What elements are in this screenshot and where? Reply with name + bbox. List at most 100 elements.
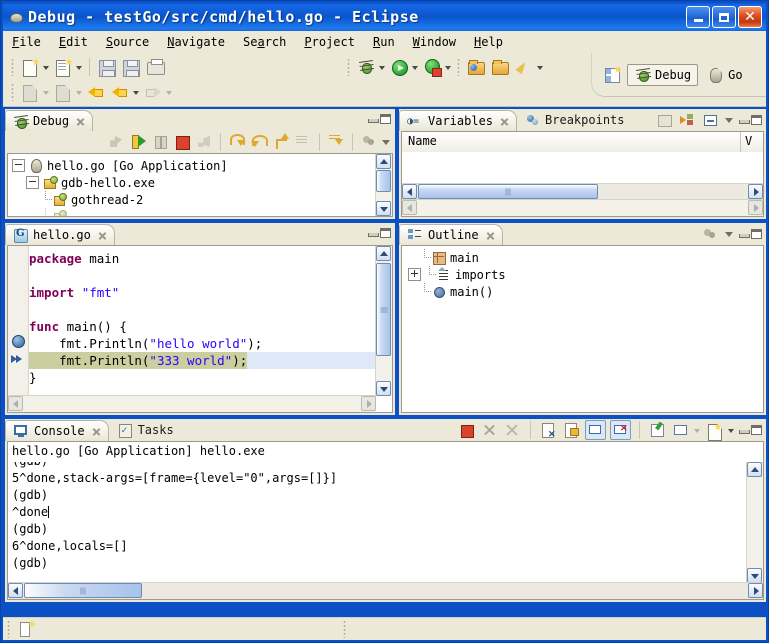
scroll-thumb[interactable] bbox=[376, 263, 391, 356]
menu-project[interactable]: Project bbox=[295, 33, 364, 51]
step-return-icon[interactable] bbox=[271, 131, 291, 153]
step-over-icon[interactable] bbox=[249, 131, 269, 153]
scroll-thumb[interactable] bbox=[24, 583, 142, 598]
variables-outer-hscrollbar[interactable] bbox=[402, 199, 763, 216]
scroll-left-button[interactable] bbox=[402, 184, 417, 199]
column-header-name[interactable]: Name bbox=[402, 132, 741, 152]
last-edit-icon[interactable] bbox=[52, 81, 74, 103]
clear-console-icon[interactable]: ✕ bbox=[539, 421, 558, 439]
show-console-on-output-icon[interactable] bbox=[585, 420, 606, 440]
maximize-icon[interactable] bbox=[380, 114, 391, 125]
console-output[interactable]: (gdb) 5^done,stack-args=[frame={level="0… bbox=[8, 462, 747, 583]
tab-tasks[interactable]: ✓ Tasks bbox=[109, 419, 182, 441]
tree-row[interactable]: hello.go [Go Application] bbox=[12, 157, 392, 174]
view-settings-icon[interactable] bbox=[701, 225, 720, 243]
step-into-icon[interactable] bbox=[227, 131, 247, 153]
reconnect-icon[interactable] bbox=[106, 131, 126, 153]
perspective-debug[interactable]: Debug bbox=[627, 64, 698, 86]
console-body[interactable]: hello.go [Go Application] hello.exe (gdb… bbox=[7, 441, 764, 600]
suspend-icon[interactable] bbox=[150, 131, 170, 153]
show-logical-structure-icon[interactable] bbox=[678, 111, 697, 129]
drop-to-frame-icon[interactable] bbox=[326, 131, 346, 153]
column-header-value[interactable]: V bbox=[741, 132, 763, 152]
tree-row[interactable]: gothread-2 bbox=[12, 191, 392, 208]
maximize-icon[interactable] bbox=[380, 228, 391, 239]
new-wizard-icon[interactable] bbox=[52, 56, 74, 78]
tree-row[interactable]: main bbox=[408, 249, 763, 266]
view-settings-icon[interactable] bbox=[359, 131, 379, 153]
remove-launch-icon[interactable] bbox=[480, 421, 499, 439]
close-button[interactable]: ✕ bbox=[738, 6, 762, 28]
scroll-up-button[interactable] bbox=[747, 462, 762, 477]
save-all-icon[interactable] bbox=[120, 56, 142, 78]
run-coverage-icon[interactable] bbox=[421, 56, 443, 78]
back-icon[interactable] bbox=[109, 81, 131, 103]
variables-table[interactable]: Name V bbox=[401, 131, 764, 217]
scroll-up-button[interactable] bbox=[376, 246, 391, 261]
menu-help[interactable]: Help bbox=[465, 33, 512, 51]
run-dropdown-icon[interactable] bbox=[411, 56, 420, 78]
menu-search[interactable]: Search bbox=[234, 33, 295, 51]
back-with-history-icon[interactable] bbox=[85, 81, 107, 103]
pin-console-icon[interactable] bbox=[648, 421, 667, 439]
external-tools-dropdown-icon[interactable] bbox=[536, 56, 545, 78]
debug-tree-vscrollbar[interactable] bbox=[375, 154, 392, 216]
view-menu-icon[interactable] bbox=[380, 137, 393, 148]
new-dropdown-icon[interactable] bbox=[42, 56, 51, 78]
tab-console[interactable]: Console bbox=[5, 420, 109, 441]
tree-row[interactable]: main() bbox=[408, 283, 763, 300]
menu-edit[interactable]: Edit bbox=[50, 33, 97, 51]
close-icon[interactable] bbox=[486, 231, 495, 240]
minimize-button[interactable] bbox=[686, 6, 710, 28]
print-icon[interactable] bbox=[144, 56, 166, 78]
terminate-icon[interactable] bbox=[172, 131, 192, 153]
view-menu-icon[interactable] bbox=[723, 115, 736, 126]
tab-debug[interactable]: Debug bbox=[5, 110, 93, 131]
expander-minus-icon[interactable] bbox=[26, 176, 39, 189]
outline-tree[interactable]: main imports main bbox=[401, 245, 764, 413]
scroll-left-button[interactable] bbox=[8, 583, 23, 598]
scroll-thumb[interactable] bbox=[418, 184, 598, 199]
remove-all-launches-icon[interactable] bbox=[503, 421, 522, 439]
editor-body[interactable]: package main import "fmt" func main() { … bbox=[7, 245, 393, 413]
scroll-right-button[interactable] bbox=[748, 583, 763, 598]
toolbar-grip-3[interactable] bbox=[347, 58, 350, 76]
editor-vscrollbar[interactable] bbox=[375, 246, 392, 396]
annotation-icon[interactable] bbox=[19, 81, 41, 103]
forward-icon[interactable] bbox=[142, 81, 164, 103]
save-icon[interactable] bbox=[96, 56, 118, 78]
debug-icon[interactable] bbox=[355, 56, 377, 78]
collapse-all-icon[interactable] bbox=[701, 111, 720, 129]
scroll-down-button[interactable] bbox=[376, 381, 391, 396]
step-filters-icon[interactable] bbox=[293, 131, 313, 153]
scroll-up-button[interactable] bbox=[376, 154, 391, 169]
editor-gutter[interactable] bbox=[8, 246, 29, 412]
display-console-dropdown-icon[interactable] bbox=[693, 419, 702, 441]
new-icon[interactable] bbox=[19, 56, 41, 78]
scroll-lock-icon[interactable] bbox=[562, 421, 581, 439]
maximize-icon[interactable] bbox=[751, 425, 762, 436]
resume-icon[interactable] bbox=[128, 131, 148, 153]
forward-dropdown-icon[interactable] bbox=[165, 81, 174, 103]
console-vscrollbar[interactable] bbox=[746, 462, 763, 583]
debug-tree[interactable]: hello.go [Go Application] gdb-hello.exe … bbox=[7, 153, 393, 217]
show-console-on-error-icon[interactable]: ✕ bbox=[610, 420, 631, 440]
scroll-down-button[interactable] bbox=[376, 201, 391, 216]
menu-file[interactable]: File bbox=[3, 33, 50, 51]
terminate-icon[interactable] bbox=[457, 421, 476, 439]
menu-run[interactable]: Run bbox=[364, 33, 404, 51]
minimize-icon[interactable] bbox=[738, 115, 749, 126]
tree-row-partial[interactable] bbox=[12, 208, 392, 217]
annotation-dropdown-icon[interactable] bbox=[42, 81, 51, 103]
breakpoint-icon[interactable] bbox=[12, 335, 25, 348]
open-console-icon[interactable] bbox=[705, 421, 724, 439]
back-dropdown-icon[interactable] bbox=[132, 81, 141, 103]
variables-table-body[interactable] bbox=[402, 152, 763, 184]
variables-hscrollbar[interactable] bbox=[402, 183, 763, 200]
expander-minus-icon[interactable] bbox=[12, 159, 25, 172]
perspective-go[interactable]: Go bbox=[701, 65, 748, 85]
view-menu-icon[interactable] bbox=[723, 229, 736, 240]
menu-source[interactable]: Source bbox=[97, 33, 158, 51]
external-tools-icon[interactable] bbox=[513, 56, 535, 78]
minimize-icon[interactable] bbox=[367, 228, 378, 239]
